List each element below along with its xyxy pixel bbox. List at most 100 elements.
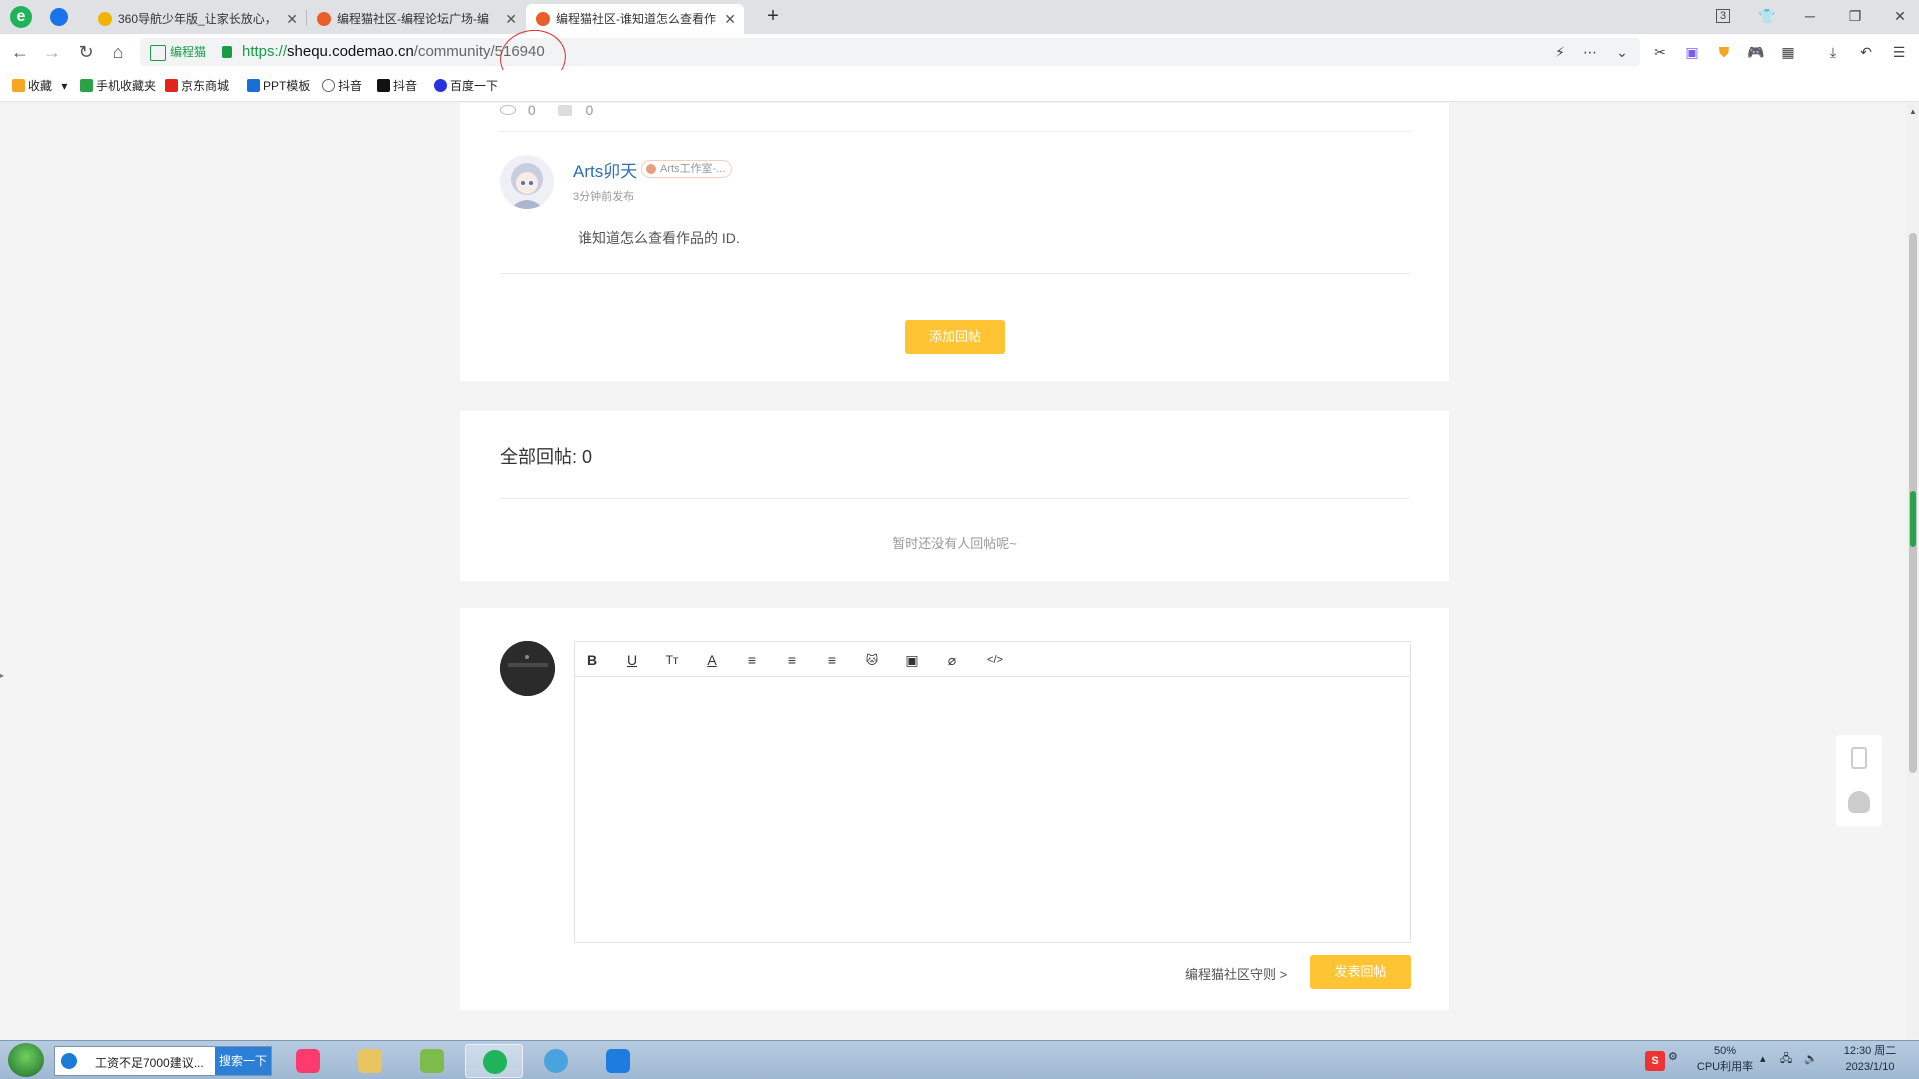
tab-close-icon[interactable]: ✕ (505, 4, 517, 34)
navigation-toolbar: ← → ↻ ⌂ 编程猫 https://shequ.codemao.cn/com… (0, 34, 1919, 70)
font-size-tool[interactable]: Tт (662, 650, 682, 670)
globe-icon (322, 79, 335, 92)
avatar[interactable] (500, 155, 554, 209)
floating-side-tools (1836, 735, 1882, 827)
taskbar-explorer[interactable] (341, 1044, 399, 1078)
mobile-icon[interactable] (1851, 747, 1867, 769)
volume-icon[interactable]: 🔈 (1804, 1051, 1818, 1067)
star-icon (12, 79, 25, 92)
folder-icon (358, 1049, 382, 1073)
more-dots-icon[interactable]: ⋯ (1580, 42, 1600, 62)
scissors-icon[interactable]: ✂ (1650, 42, 1670, 62)
url-path: /community/516940 (413, 43, 545, 60)
download-icon[interactable]: ⤓ (1823, 42, 1843, 62)
close-window-button[interactable]: ✕ (1885, 4, 1915, 28)
cpu-monitor[interactable]: 50% CPU利用率 (1690, 1043, 1760, 1075)
code-tool[interactable]: </> (982, 650, 1008, 670)
taskbar-app-bird[interactable] (527, 1044, 585, 1078)
taskbar-search-query[interactable]: 工资不足7000建议... (95, 1054, 204, 1071)
qq-penguin-icon[interactable] (1848, 791, 1870, 813)
taskbar-feishu[interactable] (589, 1044, 647, 1078)
taskbar-app-green[interactable] (403, 1044, 461, 1078)
editor-text-area[interactable] (575, 678, 1410, 942)
bookmark-douyin-globe[interactable]: 抖音 (322, 78, 362, 94)
current-user-avatar[interactable] (500, 641, 555, 696)
tray-expand-icon[interactable]: ▴ (1760, 1051, 1766, 1067)
tab-2[interactable]: 编程猫社区-编程论坛广场-编 ✕ (307, 4, 525, 34)
bold-tool[interactable]: B (582, 650, 602, 670)
taskbar-360-browser[interactable] (465, 1044, 523, 1078)
skin-icon[interactable]: 👕 (1752, 4, 1782, 28)
address-bar[interactable]: 编程猫 https://shequ.codemao.cn/community/5… (140, 38, 1640, 66)
url-scheme: https:// (242, 43, 288, 60)
cpu-percent: 50% (1713, 1045, 1737, 1057)
bookmark-favorites[interactable]: 收藏 ▾ (12, 78, 67, 94)
bookmark-baidu[interactable]: 百度一下 (434, 78, 498, 94)
chevron-down-icon[interactable]: ⌄ (1612, 42, 1632, 62)
bookmark-ppt[interactable]: PPT模板 (247, 78, 310, 94)
scroll-up-arrow-icon[interactable]: ▲ (1909, 107, 1917, 116)
bookmark-label: 抖音 (338, 79, 363, 93)
start-button[interactable] (8, 1043, 44, 1077)
translate-icon[interactable]: ▣ (1682, 42, 1702, 62)
bookmark-label: PPT模板 (263, 79, 311, 93)
tab-1[interactable]: 360导航少年版_让家长放心， ✕ (88, 4, 306, 34)
browser-icon (483, 1050, 507, 1074)
browser-logo-icon[interactable]: e (10, 6, 32, 28)
reply-author-link[interactable]: Arts卯天 (573, 157, 637, 182)
undo-icon[interactable]: ↶ (1856, 42, 1876, 62)
comment-icon (557, 104, 572, 116)
reply-time: 3分钟前发布 (573, 191, 635, 203)
system-clock[interactable]: 12:30 周二 2023/1/10 (1830, 1043, 1910, 1075)
align-right-tool[interactable]: ≡ (822, 650, 842, 670)
minimize-button[interactable]: ─ (1795, 4, 1825, 28)
underline-tool[interactable]: U (622, 650, 642, 670)
lightning-icon[interactable]: ⚡ (1550, 42, 1570, 62)
bookmark-douyin[interactable]: 抖音 (377, 78, 417, 94)
page-scrollbar[interactable]: ▲ (1906, 103, 1919, 1039)
restore-button[interactable]: ❐ (1840, 4, 1870, 28)
tab-close-icon[interactable]: ✕ (724, 4, 736, 34)
community-rules-link[interactable]: 编程猫社区守则 > (1185, 964, 1287, 983)
network-icon[interactable]: 🖧 (1780, 1051, 1792, 1067)
eye-icon (500, 105, 516, 116)
submit-reply-button[interactable]: 发表回帖 (1310, 955, 1411, 989)
collapse-arrow-icon[interactable]: ▸ (0, 671, 4, 680)
font-color-tool[interactable]: A (702, 650, 722, 670)
back-button[interactable]: ← (8, 40, 32, 64)
studio-tag[interactable]: Arts工作室-... (641, 160, 733, 178)
ime-settings-icon[interactable]: ⚙ (1668, 1049, 1678, 1065)
taskbar-search[interactable]: 工资不足7000建议... 搜索一下 (54, 1046, 272, 1076)
reload-button[interactable]: ↻ (74, 40, 98, 64)
menu-icon[interactable]: ☰ (1889, 42, 1909, 62)
tab-close-icon[interactable]: ✕ (286, 4, 298, 34)
taskbar-youku[interactable] (279, 1044, 337, 1078)
new-tab-button[interactable]: + (760, 4, 786, 30)
add-reply-button[interactable]: 添加回帖 (905, 320, 1005, 354)
tab-count-button[interactable]: 3 (1708, 4, 1738, 28)
taskbar-search-button[interactable]: 搜索一下 (215, 1047, 271, 1075)
align-left-tool[interactable]: ≡ (742, 650, 762, 670)
apps-grid-icon[interactable]: ▦ (1778, 42, 1798, 62)
bookmark-jd[interactable]: 京东商城 (165, 78, 229, 94)
divider (500, 273, 1410, 274)
sogou-ime-icon[interactable]: S (1645, 1051, 1665, 1071)
forward-button[interactable]: → (40, 40, 64, 64)
pin-tab-icon[interactable] (50, 8, 68, 26)
emoji-cat-tool[interactable]: 🐱 (862, 650, 882, 670)
reply-body: 谁知道怎么查看作品的 ID. (578, 230, 740, 246)
empty-replies-text: 暂时还没有人回帖呢~ (892, 536, 1017, 551)
bookmark-label: 收藏 (28, 79, 53, 93)
game-icon[interactable]: 🎮 (1746, 42, 1766, 62)
align-center-tool[interactable]: ≡ (782, 650, 802, 670)
tab-3-active[interactable]: 编程猫社区-谁知道怎么查看作 ✕ (526, 4, 744, 34)
reply-editor[interactable]: B U Tт A ≡ ≡ ≡ 🐱 ▣ ⌀ </> (574, 641, 1411, 943)
shield-icon[interactable]: ⛊ (1714, 42, 1734, 62)
url-text[interactable]: https://shequ.codemao.cn/community/51694… (242, 43, 545, 61)
bookmark-mobile[interactable]: 手机收藏夹 (80, 78, 156, 94)
home-button[interactable]: ⌂ (106, 40, 130, 64)
attachment-tool[interactable]: ⌀ (942, 650, 962, 670)
bird-app-icon (544, 1049, 568, 1073)
tiktok-icon (377, 79, 390, 92)
image-tool[interactable]: ▣ (902, 650, 922, 670)
